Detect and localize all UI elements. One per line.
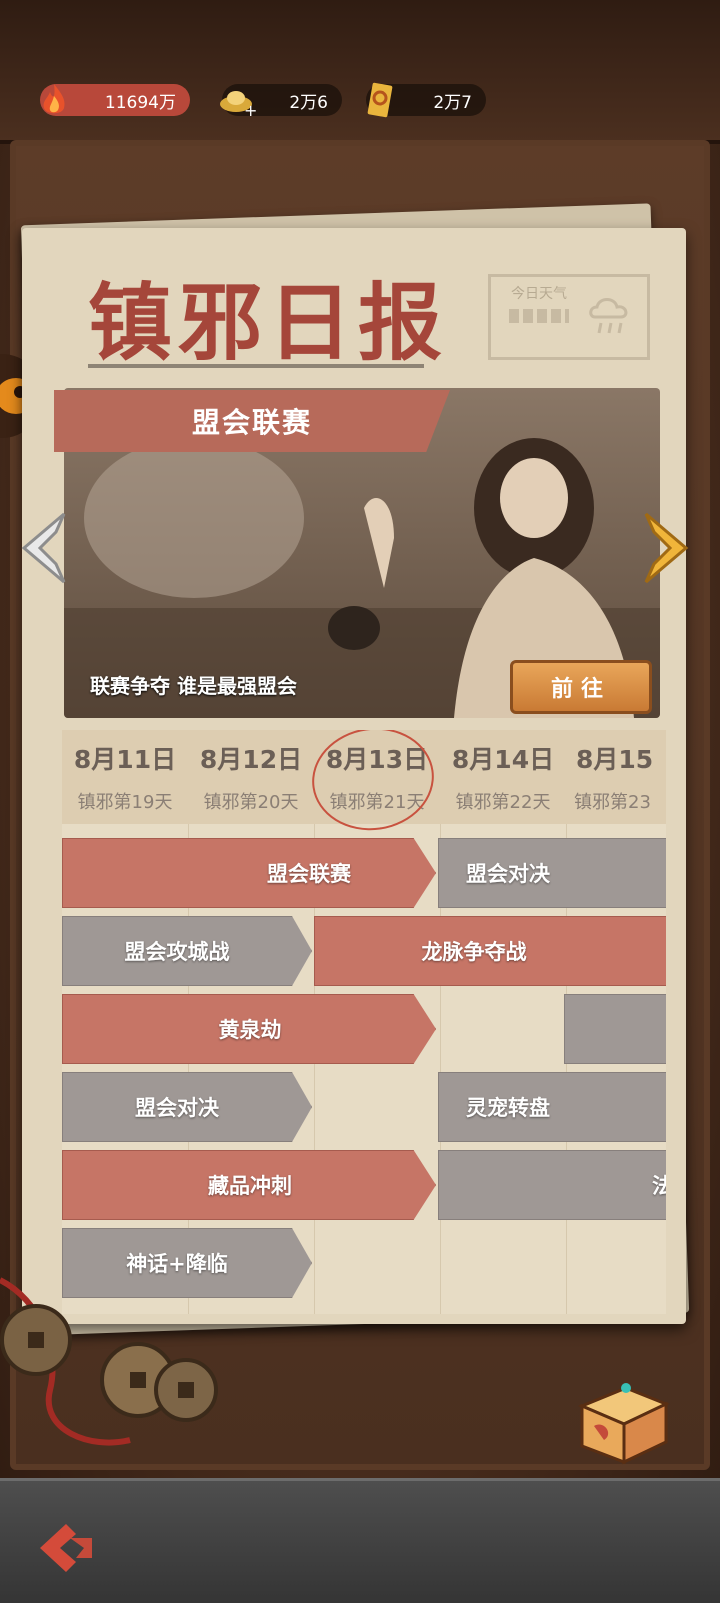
- rain-cloud-icon: [589, 298, 628, 334]
- event-name: 黄泉劫: [218, 1018, 282, 1042]
- day-counter: 镇邪第20天: [203, 792, 299, 813]
- banner-title: 盟会联赛: [191, 406, 312, 439]
- treasure-chest-icon[interactable]: [574, 1376, 672, 1466]
- event-calendar: 8月11日 镇邪第19天 8月12日 镇邪第20天 8月13日 镇邪第21天 8…: [62, 730, 666, 1314]
- ticket-value: 2万7: [433, 92, 472, 113]
- event-bar[interactable]: 盟会对决: [62, 1072, 312, 1142]
- day-date: 8月14日: [451, 745, 555, 774]
- gold-ingot-icon: +: [220, 91, 256, 120]
- event-name: 龙脉争夺战: [421, 940, 527, 964]
- day-header-1: 8月11日 镇邪第19天: [62, 730, 189, 824]
- event-name: 灵宠转盘: [466, 1096, 550, 1120]
- event-bar[interactable]: 盟会攻城战: [62, 916, 312, 986]
- day-date: 8月15: [576, 745, 654, 774]
- day-counter: 镇邪第23: [574, 792, 651, 813]
- top-frame: [0, 0, 720, 144]
- event-bar[interactable]: 黄泉劫: [62, 994, 436, 1064]
- event-name: 盟会攻城战: [124, 940, 230, 964]
- day-counter: 镇邪第19天: [77, 792, 173, 813]
- weather-label: 今日天气: [511, 286, 567, 302]
- masthead-underline: [88, 364, 424, 368]
- event-bar[interactable]: 灵宠转盘: [438, 1072, 666, 1142]
- weather-box: 今日天气: [488, 274, 650, 360]
- banner-title-ribbon: 盟会联赛: [54, 390, 450, 452]
- day-date: 8月12日: [199, 745, 303, 774]
- newspaper-masthead: 镇邪日报: [88, 273, 449, 372]
- bottom-bar: [0, 1478, 720, 1603]
- flame-value: 11694万: [104, 92, 176, 113]
- resource-ticket: 2万7: [366, 82, 486, 118]
- day-counter: 镇邪第22天: [455, 792, 551, 813]
- event-bar[interactable]: 龙脉争夺战: [314, 916, 666, 986]
- resource-gold: + 2万6: [220, 84, 342, 120]
- arrow-left-icon[interactable]: [16, 508, 72, 588]
- day-header-2: 8月12日 镇邪第20天: [188, 730, 315, 824]
- flame-icon: [43, 84, 65, 114]
- ticket-icon: [367, 82, 393, 118]
- coins-decoration: [0, 1277, 218, 1446]
- event-name: 盟会对决: [466, 862, 550, 886]
- event-name: 藏品冲刺: [208, 1174, 292, 1198]
- back-arrow-icon[interactable]: [36, 1518, 106, 1578]
- event-name: 盟会对决: [135, 1096, 219, 1120]
- event-name: 盟会联赛: [267, 862, 351, 886]
- event-bar[interactable]: 盟会对决: [438, 838, 666, 908]
- event-bar[interactable]: 盟会联赛: [62, 838, 436, 908]
- event-name: 法: [652, 1174, 666, 1198]
- event-bar-partial[interactable]: [564, 994, 666, 1064]
- day-date: 8月11日: [73, 745, 177, 774]
- resource-flame: 11694万: [40, 84, 190, 116]
- weather-bars: [509, 309, 569, 323]
- arrow-right-icon[interactable]: [638, 508, 694, 588]
- day-header-4: 8月14日 镇邪第22天: [440, 730, 567, 824]
- banner-caption: 联赛争夺 谁是最强盟会: [90, 674, 297, 698]
- go-button[interactable]: 前往: [510, 660, 652, 714]
- event-bar[interactable]: 藏品冲刺: [62, 1150, 436, 1220]
- event-bar[interactable]: 法: [438, 1150, 666, 1220]
- gold-value: 2万6: [289, 92, 328, 113]
- day-header-5: 8月15 镇邪第23: [566, 730, 666, 824]
- svg-text:+: +: [244, 101, 256, 120]
